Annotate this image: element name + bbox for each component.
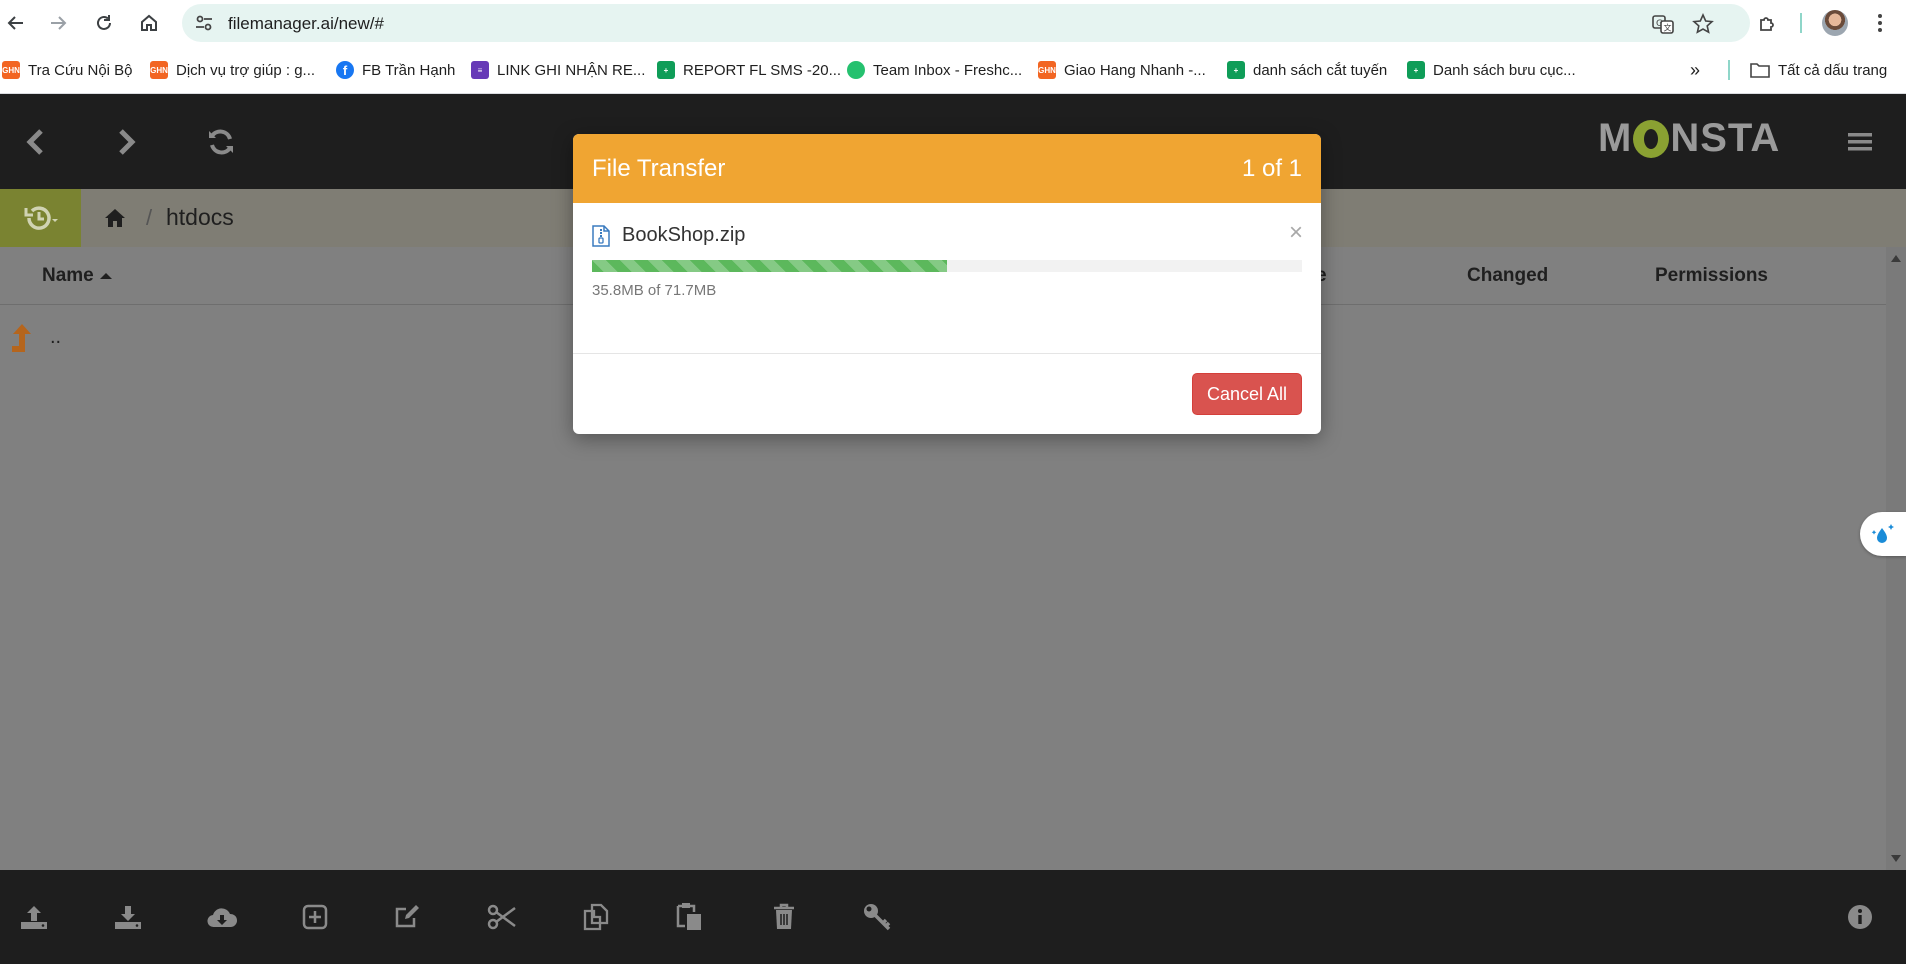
logo-text-right: NSTA bbox=[1670, 116, 1781, 160]
bookmark-label: Tra Cứu Nội Bộ bbox=[28, 61, 133, 79]
folder-icon bbox=[1750, 63, 1770, 78]
floating-widget-button[interactable] bbox=[1860, 512, 1906, 556]
address-bar[interactable]: filemanager.ai/new/# G文 bbox=[182, 4, 1750, 42]
forward-arrow-icon[interactable] bbox=[108, 124, 144, 160]
bookmark-label: FB Trần Hạnh bbox=[362, 61, 456, 79]
bookmark-label: Dịch vụ trợ giúp : g... bbox=[176, 61, 316, 79]
sparkle-drop-icon bbox=[1871, 524, 1894, 543]
bookmark-label: LINK GHI NHẬN RE... bbox=[497, 61, 646, 79]
bookmark-item[interactable]: GHN Tra Cứu Nội Bộ bbox=[2, 59, 133, 81]
translate-icon[interactable]: G文 bbox=[1652, 13, 1674, 35]
hamburger-menu-icon[interactable] bbox=[1842, 124, 1878, 160]
bookmark-item[interactable]: Team Inbox - Freshc... bbox=[847, 59, 1022, 81]
download-icon[interactable] bbox=[110, 899, 146, 935]
zip-file-icon bbox=[592, 225, 610, 247]
sheets-icon: + bbox=[1407, 61, 1425, 79]
history-button[interactable] bbox=[0, 189, 81, 247]
column-name-label: Name bbox=[42, 265, 94, 286]
reload-icon[interactable] bbox=[90, 9, 118, 37]
menu-dots-icon[interactable] bbox=[1866, 9, 1894, 37]
refresh-icon[interactable] bbox=[203, 124, 239, 160]
parent-directory-label: .. bbox=[50, 326, 62, 348]
forms-icon: ≡ bbox=[471, 61, 489, 79]
transfer-progress-bar bbox=[592, 260, 1302, 272]
modal-footer-divider bbox=[573, 353, 1321, 354]
column-changed[interactable]: Changed bbox=[1467, 265, 1548, 287]
svg-text:文: 文 bbox=[1664, 23, 1672, 33]
scroll-down-icon[interactable] bbox=[1891, 855, 1901, 862]
bookmark-item[interactable]: + REPORT FL SMS -20... bbox=[657, 59, 841, 81]
transfer-file-name: BookShop.zip bbox=[622, 224, 746, 246]
transfer-progress-text: 35.8MB of 71.7MB bbox=[592, 282, 717, 299]
ghn-icon: GHN bbox=[1038, 61, 1056, 79]
back-icon[interactable] bbox=[2, 9, 30, 37]
sheets-icon: + bbox=[1227, 61, 1245, 79]
bookmark-item[interactable]: GHN Giao Hang Nhanh -... bbox=[1038, 59, 1206, 81]
transfer-count: 1 of 1 bbox=[1241, 155, 1302, 182]
home-icon[interactable] bbox=[135, 9, 163, 37]
bookmark-item[interactable]: f FB Trần Hạnh bbox=[336, 59, 455, 81]
delete-icon[interactable] bbox=[766, 899, 802, 935]
extensions-icon[interactable] bbox=[1754, 9, 1782, 37]
browser-toolbar: filemanager.ai/new/# G文 bbox=[0, 0, 1906, 46]
parent-directory-row[interactable]: .. bbox=[0, 316, 400, 366]
edit-icon[interactable] bbox=[390, 899, 426, 935]
level-up-icon bbox=[12, 324, 31, 352]
cloud-download-icon[interactable] bbox=[204, 899, 240, 935]
bookmark-label: Giao Hang Nhanh -... bbox=[1064, 61, 1206, 79]
bookmark-item[interactable]: + Danh sách bưu cục... bbox=[1407, 59, 1576, 81]
bookmark-label: Team Inbox - Freshc... bbox=[873, 61, 1023, 79]
key-permissions-icon[interactable] bbox=[859, 899, 895, 935]
bottom-toolbar bbox=[0, 870, 1906, 964]
scroll-up-icon[interactable] bbox=[1891, 255, 1901, 262]
bookmark-label: REPORT FL SMS -20... bbox=[683, 61, 842, 79]
copy-icon[interactable] bbox=[578, 899, 614, 935]
column-name[interactable]: Name bbox=[42, 265, 112, 287]
monsta-logo: M NSTA bbox=[1598, 116, 1780, 161]
sort-ascending-icon bbox=[99, 272, 112, 279]
vertical-scrollbar[interactable] bbox=[1886, 247, 1906, 870]
all-bookmarks-label: Tất cả dấu trang bbox=[1778, 61, 1888, 79]
history-icon bbox=[24, 206, 58, 230]
home-breadcrumb-icon[interactable] bbox=[104, 207, 126, 229]
bookmark-star-icon[interactable] bbox=[1692, 13, 1714, 35]
modal-title: File Transfer bbox=[592, 155, 726, 182]
site-info-icon[interactable] bbox=[194, 13, 214, 33]
cancel-all-button[interactable]: Cancel All bbox=[1192, 373, 1302, 415]
info-icon[interactable] bbox=[1842, 899, 1878, 935]
facebook-icon: f bbox=[336, 61, 354, 79]
ghn-icon: GHN bbox=[2, 61, 20, 79]
transfer-progress-fill bbox=[592, 260, 947, 272]
profile-avatar[interactable] bbox=[1822, 10, 1848, 36]
column-permissions[interactable]: Permissions bbox=[1655, 265, 1768, 287]
upload-icon[interactable] bbox=[16, 899, 52, 935]
ghn-icon: GHN bbox=[150, 61, 168, 79]
close-transfer-icon[interactable]: × bbox=[1289, 221, 1303, 245]
more-bookmarks-icon[interactable]: » bbox=[1690, 59, 1700, 81]
logo-text-left: M bbox=[1598, 116, 1633, 160]
file-transfer-modal: File Transfer 1 of 1 BookShop.zip × 35.8… bbox=[573, 134, 1321, 434]
bookmark-label: danh sách cắt tuyến bbox=[1253, 61, 1388, 79]
bookmark-item[interactable]: GHN Dịch vụ trợ giúp : g... bbox=[150, 59, 315, 81]
bookmark-item[interactable]: ≡ LINK GHI NHẬN RE... bbox=[471, 59, 645, 81]
forward-icon[interactable] bbox=[44, 9, 72, 37]
breadcrumb-current-dir[interactable]: htdocs bbox=[166, 204, 234, 231]
logo-monster-icon bbox=[1633, 119, 1670, 158]
url-text[interactable]: filemanager.ai/new/# bbox=[228, 14, 384, 34]
bookmarks-divider bbox=[1728, 60, 1730, 80]
bookmark-label: Danh sách bưu cục... bbox=[1433, 61, 1576, 79]
paste-icon[interactable] bbox=[671, 899, 707, 935]
bookmarks-bar: GHN Tra Cứu Nội Bộ GHN Dịch vụ trợ giúp : … bbox=[0, 46, 1906, 94]
bookmark-item[interactable]: + danh sách cắt tuyến bbox=[1227, 59, 1387, 81]
sheets-icon: + bbox=[657, 61, 675, 79]
toolbar-divider bbox=[1800, 13, 1802, 33]
modal-header: File Transfer 1 of 1 bbox=[573, 134, 1321, 203]
all-bookmarks-folder[interactable]: Tất cả dấu trang bbox=[1750, 59, 1887, 81]
new-item-icon[interactable] bbox=[297, 899, 333, 935]
freshchat-icon bbox=[847, 61, 865, 79]
back-arrow-icon[interactable] bbox=[18, 124, 54, 160]
breadcrumb-separator: / bbox=[146, 205, 153, 230]
cut-icon[interactable] bbox=[484, 899, 520, 935]
